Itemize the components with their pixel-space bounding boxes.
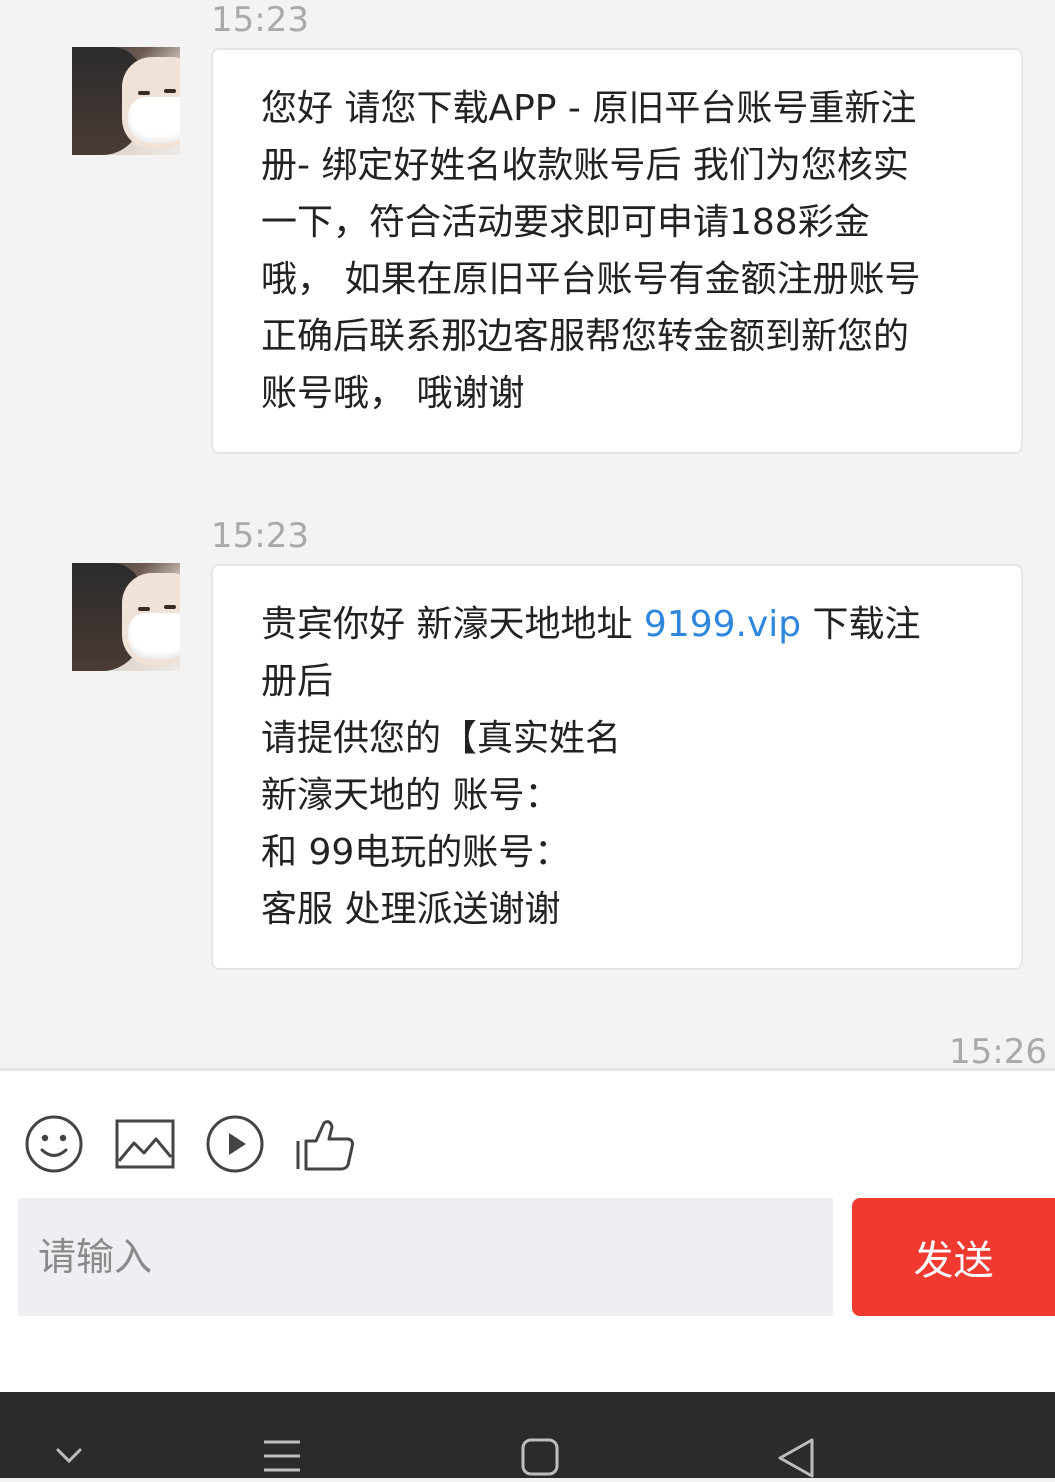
site-link[interactable]: 9199.vip	[644, 604, 801, 645]
menu-icon[interactable]	[252, 1432, 312, 1478]
last-message-timestamp: 15:26	[949, 1032, 1047, 1072]
agent-avatar[interactable]	[72, 47, 180, 155]
chevron-down-icon[interactable]	[40, 1432, 100, 1478]
home-icon[interactable]	[510, 1432, 570, 1478]
thumbs-up-icon[interactable]	[294, 1113, 356, 1175]
message-text-line: 哦， 如果在原旧平台账号有金额注册账号	[261, 259, 921, 300]
message-text-line: 贵宾你好 新濠天地地址 9199.vip 下载注	[261, 596, 981, 653]
message-text-line: 客服 处理派送谢谢	[261, 889, 561, 930]
message-text-line: 和 99电玩的账号：	[261, 832, 571, 873]
agent-avatar[interactable]	[72, 563, 180, 671]
message-timestamp: 15:23	[211, 0, 309, 40]
message-text: 下载注	[801, 604, 921, 645]
message-text-line: 册- 绑定好姓名收款账号后 我们为您核实	[261, 145, 909, 186]
message-text-line: 一下，符合活动要求即可申请188彩金	[261, 202, 870, 243]
emoji-icon[interactable]	[23, 1113, 85, 1175]
message-text-line: 册后	[261, 661, 334, 702]
message-timestamp: 15:23	[211, 516, 309, 556]
message-bubble[interactable]: 您好 请您下载APP - 原旧平台账号重新注 册- 绑定好姓名收款账号后 我们为…	[211, 48, 1023, 454]
message-input[interactable]	[18, 1198, 833, 1316]
message-text-line: 请提供您的【真实姓名	[261, 718, 622, 759]
video-icon[interactable]	[204, 1113, 266, 1175]
message-text-line: 正确后联系那边客服帮您转金额到新您的	[261, 316, 910, 357]
message-bubble[interactable]: 贵宾你好 新濠天地地址 9199.vip 下载注 册后 请提供您的【真实姓名 新…	[211, 564, 1023, 970]
back-icon[interactable]	[766, 1432, 826, 1478]
message-text-line: 账号哦， 哦谢谢	[261, 373, 525, 414]
message-text-line: 您好 请您下载APP - 原旧平台账号重新注	[261, 88, 917, 129]
message-text-line: 新濠天地的 账号：	[261, 775, 561, 816]
message-text: 贵宾你好 新濠天地地址	[261, 604, 644, 645]
image-icon[interactable]	[114, 1113, 176, 1175]
send-button[interactable]: 发送	[852, 1198, 1055, 1316]
